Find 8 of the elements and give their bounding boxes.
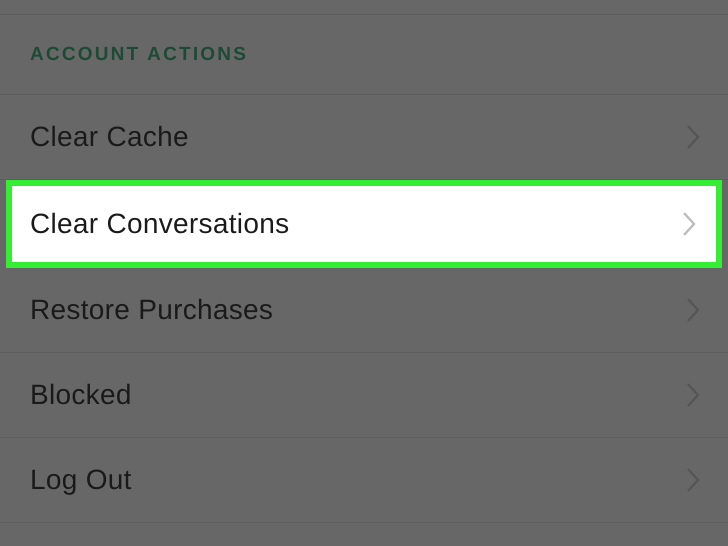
chevron-right-icon [682, 211, 696, 237]
row-label: Blocked [30, 379, 132, 411]
settings-row[interactable]: Clear Conversations [6, 180, 722, 268]
row-label: Restore Purchases [30, 294, 274, 326]
row-label: Log Out [30, 464, 132, 496]
section-header: ACCOUNT ACTIONS [30, 44, 248, 66]
row-label: Clear Cache [30, 121, 189, 153]
row-label: Clear Conversations [30, 208, 290, 240]
